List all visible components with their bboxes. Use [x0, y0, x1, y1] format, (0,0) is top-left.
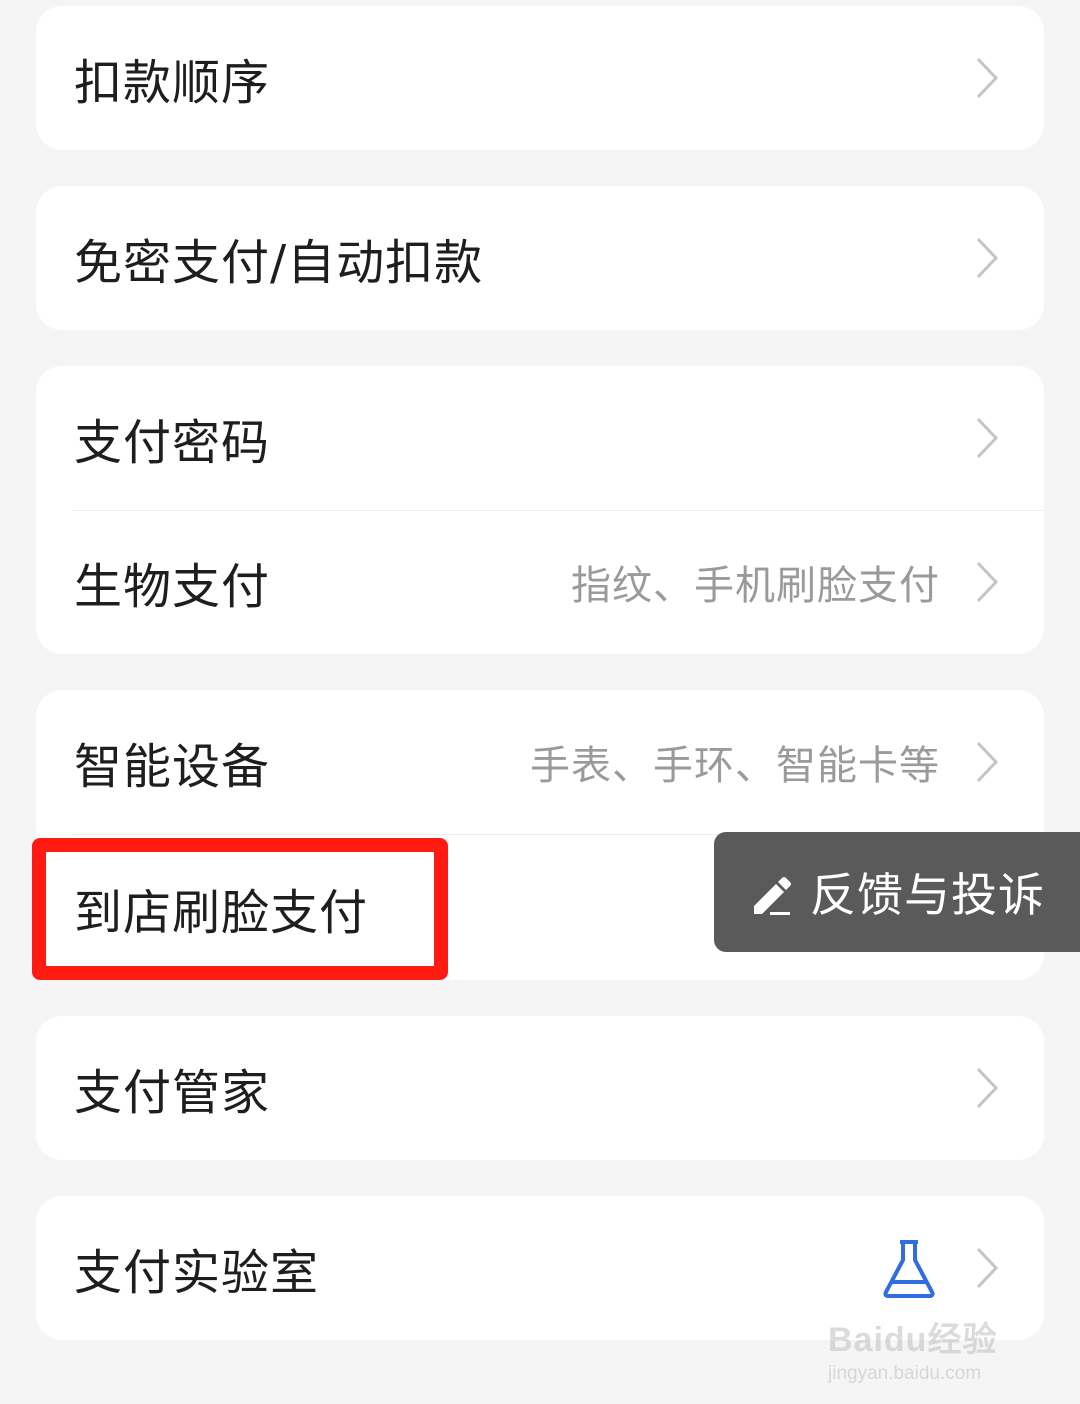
row-label: 扣款顺序	[74, 55, 271, 111]
chevron-right-icon	[976, 741, 999, 783]
row-value: 指纹、手机刷脸支付	[571, 563, 940, 609]
row-biometric-payment[interactable]: 生物支付 指纹、手机刷脸支付	[36, 510, 1044, 654]
chevron-right-icon	[976, 57, 999, 99]
settings-group-deduction-order: 扣款顺序	[36, 6, 1044, 150]
flask-icon	[883, 1240, 935, 1298]
row-payment-manager[interactable]: 支付管家	[36, 1016, 1044, 1160]
row-password-free-payment[interactable]: 免密支付/自动扣款	[36, 186, 1044, 330]
settings-group-payment-manager: 支付管家	[36, 1016, 1044, 1160]
row-deduction-order[interactable]: 扣款顺序	[36, 6, 1044, 150]
row-label: 支付密码	[74, 415, 271, 471]
row-payment-password[interactable]: 支付密码	[36, 366, 1044, 510]
watermark-url: jingyan.baidu.com	[828, 1363, 982, 1384]
highlight-box	[32, 838, 448, 980]
chevron-right-icon	[976, 561, 999, 603]
row-label: 支付实验室	[74, 1245, 320, 1301]
row-label: 免密支付/自动扣款	[74, 235, 484, 291]
row-smart-devices[interactable]: 智能设备 手表、手环、智能卡等	[36, 690, 1044, 834]
chevron-right-icon	[976, 1067, 999, 1109]
settings-group-security: 支付密码 生物支付 指纹、手机刷脸支付	[36, 366, 1044, 654]
feedback-label: 反馈与投诉	[810, 868, 1045, 922]
row-label: 支付管家	[74, 1065, 271, 1121]
feedback-complaint-button[interactable]: 反馈与投诉	[714, 832, 1080, 952]
row-label: 生物支付	[74, 559, 271, 615]
chevron-right-icon	[976, 417, 999, 459]
row-value: 手表、手环、智能卡等	[530, 743, 940, 789]
pen-icon	[754, 877, 791, 915]
settings-group-password-free: 免密支付/自动扣款	[36, 186, 1044, 330]
chevron-right-icon	[976, 237, 999, 279]
watermark-brand: Baidu经验	[828, 1321, 998, 1359]
row-label: 智能设备	[74, 739, 271, 795]
watermark: Baidu经验 jingyan.baidu.com	[828, 1312, 1028, 1385]
chevron-right-icon	[976, 1247, 999, 1289]
